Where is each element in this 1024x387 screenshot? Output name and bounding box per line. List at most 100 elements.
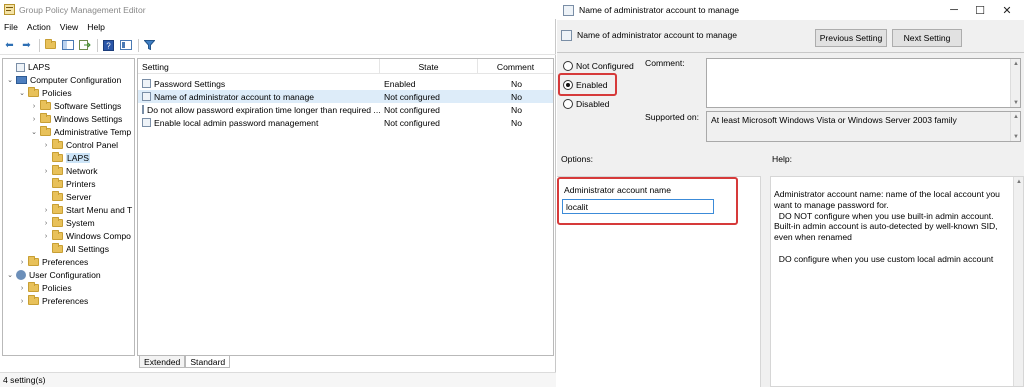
help-scrollbar[interactable]: ▲ xyxy=(1013,177,1023,386)
tab-extended[interactable]: Extended xyxy=(139,356,186,368)
tree-node[interactable]: › Preferences xyxy=(18,295,88,307)
chevron-right-icon[interactable]: › xyxy=(42,207,50,214)
toolbar: ⬅ ➡ ? xyxy=(0,36,556,55)
folder-icon xyxy=(28,295,39,305)
minimize-icon[interactable]: ─ xyxy=(942,2,966,18)
comment-label: Comment: xyxy=(645,58,685,68)
tree-node-label: Policies xyxy=(42,88,72,98)
show-hide-tree-icon[interactable] xyxy=(60,38,75,52)
tree-node[interactable]: › Windows Settings xyxy=(30,113,122,125)
help-pane: Administrator account name: name of the … xyxy=(770,176,1024,387)
comment-cell: No xyxy=(511,91,522,102)
help-text: Administrator account name: name of the … xyxy=(774,189,1000,264)
tree-node[interactable]: Printers xyxy=(42,178,96,190)
maximize-icon[interactable]: ☐ xyxy=(968,2,992,18)
settings-row[interactable]: Password Settings Enabled No xyxy=(138,77,553,90)
back-arrow-icon[interactable]: ⬅ xyxy=(2,38,17,52)
tree-node[interactable]: › Policies xyxy=(18,282,72,294)
properties-icon[interactable] xyxy=(118,38,133,52)
tree-node[interactable]: LAPS xyxy=(42,152,90,164)
previous-setting-button[interactable]: Previous Setting xyxy=(815,29,887,47)
chevron-right-icon[interactable]: › xyxy=(30,116,38,123)
menu-action[interactable]: Action xyxy=(27,22,51,32)
tree-node[interactable]: › Network xyxy=(42,165,98,177)
up-folder-icon[interactable] xyxy=(43,38,58,52)
chevron-down-icon[interactable]: ⌄ xyxy=(6,271,14,279)
folder-icon xyxy=(52,191,63,201)
tree-node[interactable]: ⌄ User Configuration xyxy=(6,269,101,281)
comment-scrollbar[interactable]: ▲ ▼ xyxy=(1010,59,1020,107)
tree-node[interactable]: › Control Panel xyxy=(42,139,118,151)
export-list-icon[interactable] xyxy=(77,38,92,52)
comment-cell: No xyxy=(511,78,522,89)
tree-node[interactable]: › Preferences xyxy=(18,256,88,268)
folder-icon xyxy=(52,217,63,227)
setting-cell: Password Settings xyxy=(142,77,380,90)
menu-help[interactable]: Help xyxy=(87,22,105,32)
tab-standard[interactable]: Standard xyxy=(185,356,231,368)
chevron-down-icon[interactable]: ⌄ xyxy=(18,89,26,97)
tree-node[interactable]: › Software Settings xyxy=(30,100,121,112)
tree-node[interactable]: ⌄ Administrative Temp xyxy=(30,126,131,138)
scroll-down-icon[interactable]: ▼ xyxy=(1011,98,1021,107)
column-setting[interactable]: Setting xyxy=(138,59,380,74)
tree-node[interactable]: ⌄ Computer Configuration xyxy=(6,74,121,86)
radio-disabled[interactable]: Disabled xyxy=(563,98,609,110)
chevron-right-icon[interactable]: › xyxy=(42,142,50,149)
settings-row[interactable]: Do not allow password expiration time lo… xyxy=(138,103,553,116)
chevron-right-icon[interactable]: › xyxy=(18,259,26,266)
column-state[interactable]: State xyxy=(380,59,478,74)
forward-arrow-icon[interactable]: ➡ xyxy=(19,38,34,52)
status-text: 4 setting(s) xyxy=(3,375,46,385)
enabled-highlight-box xyxy=(558,73,617,96)
chevron-down-icon[interactable]: ⌄ xyxy=(6,76,14,84)
tree-node[interactable]: LAPS xyxy=(6,61,50,73)
tree-node-label: Policies xyxy=(42,283,72,293)
tree-node-label: Computer Configuration xyxy=(30,75,122,85)
settings-row[interactable]: Name of administrator account to manage N… xyxy=(138,90,553,103)
menu-file[interactable]: File xyxy=(4,22,18,32)
column-comment[interactable]: Comment xyxy=(478,59,553,74)
radio-not-configured[interactable]: Not Configured xyxy=(563,60,634,72)
folder-icon xyxy=(52,139,63,149)
tree-node-label: Preferences xyxy=(42,296,89,306)
help-icon[interactable]: ? xyxy=(101,38,116,52)
tree-node[interactable]: › System xyxy=(42,217,95,229)
tree-node[interactable]: All Settings xyxy=(42,243,109,255)
comment-textarea[interactable]: ▲ ▼ xyxy=(706,58,1021,108)
next-setting-button[interactable]: Next Setting xyxy=(892,29,962,47)
chevron-right-icon[interactable]: › xyxy=(18,298,26,305)
supported-scrollbar[interactable]: ▲ ▼ xyxy=(1010,112,1020,141)
tree-node-label: All Settings xyxy=(66,244,109,254)
group-policy-app-icon xyxy=(4,4,15,15)
tree-node-label: Printers xyxy=(66,179,96,189)
gpme-window: Group Policy Management Editor File Acti… xyxy=(0,0,556,387)
scroll-up-icon[interactable]: ▲ xyxy=(1011,112,1021,121)
tree-node-label: Windows Compo xyxy=(66,231,131,241)
scroll-down-icon[interactable]: ▼ xyxy=(1011,132,1021,141)
tree-node[interactable]: Server xyxy=(42,191,91,203)
chevron-right-icon[interactable]: › xyxy=(42,233,50,240)
chevron-right-icon[interactable]: › xyxy=(42,168,50,175)
folder-icon xyxy=(28,256,39,266)
menu-view[interactable]: View xyxy=(60,22,78,32)
computer-icon xyxy=(16,76,27,84)
scroll-up-icon[interactable]: ▲ xyxy=(1014,177,1024,186)
scroll-up-icon[interactable]: ▲ xyxy=(1011,59,1021,68)
console-tree: LAPS ⌄ Computer Configuration ⌄ Policies › Sof… xyxy=(2,58,135,356)
setting-cell: Name of administrator account to manage xyxy=(142,90,380,103)
tree-node[interactable]: › Start Menu and T xyxy=(42,204,132,216)
options-pane: Administrator account name localit xyxy=(557,176,761,387)
tree-node-label: LAPS xyxy=(66,153,90,163)
tree-node[interactable]: › Windows Compo xyxy=(42,230,131,242)
chevron-right-icon[interactable]: › xyxy=(18,285,26,292)
filter-icon[interactable] xyxy=(142,38,157,52)
chevron-right-icon[interactable]: › xyxy=(42,220,50,227)
chevron-right-icon[interactable]: › xyxy=(30,103,38,110)
close-icon[interactable]: ✕ xyxy=(995,2,1019,18)
tree-node[interactable]: ⌄ Policies xyxy=(18,87,72,99)
chevron-down-icon[interactable]: ⌄ xyxy=(30,128,38,136)
tree-node-label: Administrative Temp xyxy=(54,127,132,137)
settings-row[interactable]: Enable local admin password management No… xyxy=(138,116,553,129)
radio-circle xyxy=(563,99,573,109)
